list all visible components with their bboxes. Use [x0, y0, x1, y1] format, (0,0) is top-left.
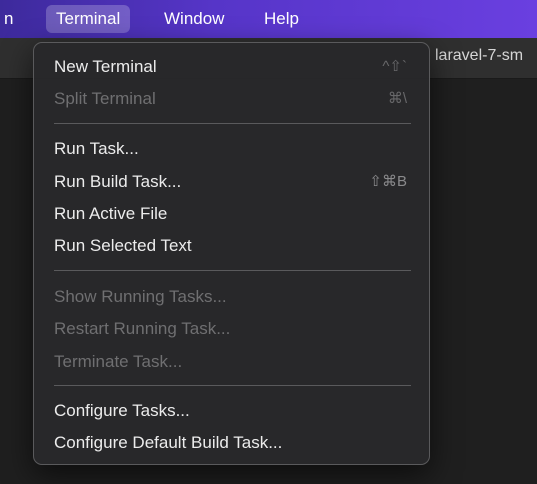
menu-item-run-selected-text[interactable]: Run Selected Text	[54, 231, 192, 261]
new-terminal-shortcut: ^⇧`	[382, 58, 407, 75]
menubar-item-terminal[interactable]: Terminal	[46, 5, 131, 33]
menubar-item-run[interactable]: n	[0, 5, 23, 33]
menu-item-configure-tasks[interactable]: Configure Tasks...	[54, 396, 190, 426]
terminal-menu: New Terminal ^⇧` Split Terminal ⌘\ Run T…	[33, 42, 430, 465]
menu-item-configure-default-build-task[interactable]: Configure Default Build Task...	[54, 428, 282, 458]
menu-bar: n Terminal Window Help	[0, 0, 537, 38]
menubar-item-window[interactable]: Window	[154, 5, 234, 33]
menu-separator	[54, 123, 411, 124]
menu-item-split-terminal[interactable]: Split Terminal	[54, 84, 156, 114]
menu-item-terminate-task[interactable]: Terminate Task...	[54, 347, 182, 377]
menubar-item-help[interactable]: Help	[254, 5, 309, 33]
menu-item-run-active-file[interactable]: Run Active File	[54, 199, 167, 229]
split-terminal-shortcut: ⌘\	[387, 90, 407, 107]
menu-separator	[54, 270, 411, 271]
menu-item-new-terminal[interactable]: New Terminal	[54, 52, 157, 82]
menu-item-show-running-tasks[interactable]: Show Running Tasks...	[54, 282, 227, 312]
menu-item-restart-running-task[interactable]: Restart Running Task...	[54, 314, 230, 344]
run-build-task-shortcut: ⇧⌘B	[369, 173, 407, 190]
menu-item-run-task[interactable]: Run Task...	[54, 134, 139, 164]
menu-separator	[54, 385, 411, 386]
editor-tab-title[interactable]: laravel-7-sm	[435, 47, 523, 65]
menu-item-run-build-task[interactable]: Run Build Task...	[54, 167, 181, 197]
